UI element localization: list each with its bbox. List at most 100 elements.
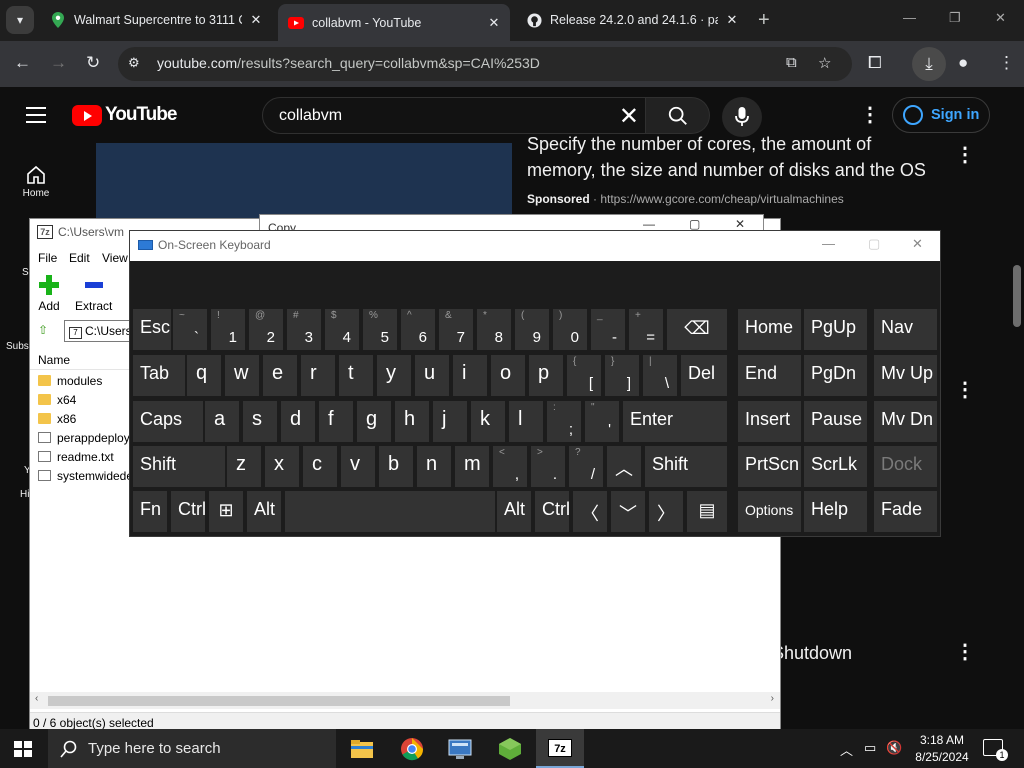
minimize-icon[interactable]: — bbox=[643, 217, 655, 231]
forward-icon[interactable]: → bbox=[50, 53, 67, 73]
close-tab-icon[interactable]: ✕ bbox=[486, 15, 502, 31]
key-shift[interactable]: Shift bbox=[133, 446, 225, 487]
key-sym[interactable]: " ' bbox=[585, 401, 619, 442]
downloads-icon[interactable]: ⤓ bbox=[912, 47, 946, 81]
close-icon[interactable]: ✕ bbox=[912, 236, 923, 252]
key-dock[interactable]: Dock bbox=[874, 446, 937, 487]
key-6[interactable]: ^ 6 bbox=[401, 309, 435, 350]
key-enter[interactable]: Enter bbox=[623, 401, 727, 442]
key-ctrl[interactable]: Ctrl bbox=[171, 491, 206, 532]
key-sym[interactable]: + = bbox=[629, 309, 663, 350]
key-p[interactable]: p bbox=[529, 355, 563, 396]
key-help[interactable]: Help bbox=[804, 491, 867, 532]
scroll-right-icon[interactable]: › bbox=[771, 693, 774, 704]
key-sym[interactable]: ? / bbox=[569, 446, 603, 487]
key-n[interactable]: n bbox=[417, 446, 451, 487]
key-sym[interactable]: <, bbox=[493, 446, 527, 487]
key-sym[interactable]: | \ bbox=[643, 355, 677, 396]
list-item[interactable]: x64 bbox=[38, 390, 76, 409]
7zip-app[interactable]: 7z bbox=[536, 729, 584, 768]
close-icon[interactable]: ✕ bbox=[735, 217, 745, 231]
clear-search-icon[interactable]: ✕ bbox=[619, 102, 639, 131]
key-3[interactable]: #3 bbox=[287, 309, 321, 350]
scroll-left-icon[interactable]: ‹ bbox=[35, 693, 38, 704]
ad-title[interactable]: Specify the number of cores, the amount … bbox=[527, 131, 927, 183]
restore-icon[interactable]: ❐ bbox=[949, 10, 961, 26]
key-alt[interactable]: Alt bbox=[247, 491, 281, 532]
key-v[interactable]: v bbox=[341, 446, 375, 487]
chrome-menu-icon[interactable]: ⋮ bbox=[998, 53, 1015, 73]
tab-github-release[interactable]: Release 24.2.0 and 24.1.6 · pal1 ✕ bbox=[516, 4, 748, 36]
tab-youtube[interactable]: collabvm - YouTube ✕ bbox=[278, 4, 510, 41]
address-bar[interactable]: ⚙ youtube.com/results?search_query=colla… bbox=[118, 47, 852, 81]
space-key[interactable] bbox=[285, 491, 495, 532]
menu-file[interactable]: File bbox=[38, 251, 57, 265]
guide-item-home[interactable]: Home bbox=[0, 165, 72, 199]
key-shift[interactable]: Shift bbox=[645, 446, 727, 487]
list-item[interactable]: readme.txt bbox=[38, 447, 114, 466]
key-8[interactable]: * 8 bbox=[477, 309, 511, 350]
key-x[interactable]: x bbox=[265, 446, 299, 487]
key-fade[interactable]: Fade bbox=[874, 491, 937, 532]
settings-menu-icon[interactable]: ⋮ bbox=[860, 102, 880, 127]
key-nav[interactable]: Nav bbox=[874, 309, 937, 350]
key-9[interactable]: (9 bbox=[515, 309, 549, 350]
key-sym[interactable]: {[ bbox=[567, 355, 601, 396]
key-o[interactable]: o bbox=[491, 355, 525, 396]
minecraft-app[interactable] bbox=[486, 729, 534, 768]
key-sym[interactable]: }] bbox=[605, 355, 639, 396]
osk-title-bar[interactable]: On-Screen Keyboard — ▢ ✕ bbox=[130, 231, 940, 261]
video-title[interactable]: Shutdown bbox=[772, 643, 852, 664]
key-pause[interactable]: Pause bbox=[804, 401, 867, 442]
notifications-icon[interactable]: 1 bbox=[983, 739, 1008, 761]
menu-edit[interactable]: Edit bbox=[69, 251, 90, 265]
close-window-icon[interactable]: ✕ bbox=[995, 10, 1006, 26]
down-arrow-key[interactable]: ﹀ bbox=[611, 491, 645, 532]
show-hidden-icons-icon[interactable]: ︿ bbox=[840, 740, 853, 759]
key-r[interactable]: r bbox=[301, 355, 335, 396]
key-7[interactable]: & 7 bbox=[439, 309, 473, 350]
key-e[interactable]: e bbox=[263, 355, 297, 396]
key-alt[interactable]: Alt bbox=[497, 491, 531, 532]
horizontal-scrollbar[interactable]: ‹ › bbox=[30, 692, 780, 709]
key-mv-dn[interactable]: Mv Dn bbox=[874, 401, 937, 442]
list-item[interactable]: modules bbox=[38, 371, 102, 390]
up-arrow-key[interactable]: ︿ bbox=[607, 446, 641, 487]
key-pgup[interactable]: PgUp bbox=[804, 309, 867, 350]
list-item[interactable]: systemwidede bbox=[38, 466, 133, 485]
key-1[interactable]: ! 1 bbox=[211, 309, 245, 350]
install-app-icon[interactable]: ⧉ bbox=[786, 54, 797, 71]
key-end[interactable]: End bbox=[738, 355, 801, 396]
tab-walmart[interactable]: Walmart Supercentre to 3111 C ✕ bbox=[40, 4, 272, 36]
key-del[interactable]: Del bbox=[681, 355, 727, 396]
key-5[interactable]: % 5 bbox=[363, 309, 397, 350]
new-tab-icon[interactable]: + bbox=[758, 9, 770, 32]
back-icon[interactable]: ← bbox=[14, 53, 31, 73]
key-fn[interactable]: Fn bbox=[133, 491, 167, 532]
key-sym[interactable]: ~ ` bbox=[173, 309, 207, 350]
list-item[interactable]: x86 bbox=[38, 409, 76, 428]
key-4[interactable]: $4 bbox=[325, 309, 359, 350]
key-u[interactable]: u bbox=[415, 355, 449, 396]
site-info-icon[interactable]: ⚙ bbox=[128, 55, 140, 71]
key-m[interactable]: m bbox=[455, 446, 489, 487]
key-i[interactable]: i bbox=[453, 355, 487, 396]
key-options[interactable]: Options bbox=[738, 491, 801, 532]
minimize-icon[interactable]: — bbox=[903, 10, 916, 25]
search-button[interactable] bbox=[646, 97, 710, 134]
extensions-icon[interactable]: ⧠ bbox=[868, 53, 882, 73]
key-g[interactable]: g bbox=[357, 401, 391, 442]
left-arrow-key[interactable]: 〈 bbox=[573, 491, 607, 532]
list-item[interactable]: perappdeploy. bbox=[38, 428, 132, 447]
minimize-icon[interactable]: — bbox=[822, 236, 835, 251]
key-t[interactable]: t bbox=[339, 355, 373, 396]
chrome-app[interactable] bbox=[388, 729, 436, 768]
network-icon[interactable]: ▭ bbox=[864, 740, 876, 756]
up-folder-icon[interactable]: ⇧ bbox=[38, 323, 48, 337]
ad-more-icon[interactable]: ⋮ bbox=[955, 142, 975, 167]
bookmark-star-icon[interactable]: ☆ bbox=[818, 54, 831, 72]
key-scrlk[interactable]: ScrLk bbox=[804, 446, 867, 487]
key-y[interactable]: y bbox=[377, 355, 411, 396]
key-f[interactable]: f bbox=[319, 401, 353, 442]
backspace-key[interactable]: ⌫ bbox=[667, 309, 727, 350]
